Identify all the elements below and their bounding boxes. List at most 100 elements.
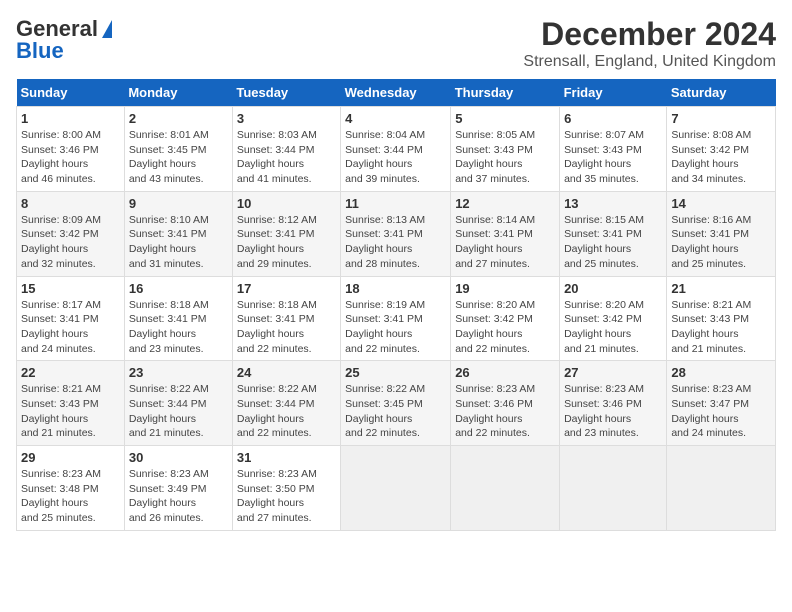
weekday-friday: Friday (560, 79, 667, 107)
day-info: Sunrise: 8:12 AMSunset: 3:41 PMDaylight … (237, 214, 317, 270)
day-info: Sunrise: 8:23 AMSunset: 3:49 PMDaylight … (129, 468, 209, 524)
calendar-cell: 12 Sunrise: 8:14 AMSunset: 3:41 PMDaylig… (451, 191, 560, 276)
day-info: Sunrise: 8:20 AMSunset: 3:42 PMDaylight … (564, 299, 644, 355)
day-info: Sunrise: 8:07 AMSunset: 3:43 PMDaylight … (564, 129, 644, 185)
day-number: 21 (671, 281, 771, 296)
calendar-cell: 7 Sunrise: 8:08 AMSunset: 3:42 PMDayligh… (667, 107, 776, 192)
day-info: Sunrise: 8:23 AMSunset: 3:48 PMDaylight … (21, 468, 101, 524)
day-number: 4 (345, 111, 446, 126)
page-subtitle: Strensall, England, United Kingdom (523, 53, 776, 71)
day-number: 26 (455, 365, 555, 380)
day-number: 23 (129, 365, 228, 380)
day-number: 18 (345, 281, 446, 296)
day-info: Sunrise: 8:03 AMSunset: 3:44 PMDaylight … (237, 129, 317, 185)
page-header: General Blue December 2024 Strensall, En… (16, 16, 776, 71)
day-info: Sunrise: 8:23 AMSunset: 3:47 PMDaylight … (671, 383, 751, 439)
calendar-cell: 22 Sunrise: 8:21 AMSunset: 3:43 PMDaylig… (17, 361, 125, 446)
day-info: Sunrise: 8:05 AMSunset: 3:43 PMDaylight … (455, 129, 535, 185)
day-info: Sunrise: 8:15 AMSunset: 3:41 PMDaylight … (564, 214, 644, 270)
day-number: 20 (564, 281, 662, 296)
day-info: Sunrise: 8:14 AMSunset: 3:41 PMDaylight … (455, 214, 535, 270)
day-number: 7 (671, 111, 771, 126)
day-info: Sunrise: 8:23 AMSunset: 3:46 PMDaylight … (455, 383, 535, 439)
calendar-cell: 5 Sunrise: 8:05 AMSunset: 3:43 PMDayligh… (451, 107, 560, 192)
calendar-cell (667, 446, 776, 531)
weekday-saturday: Saturday (667, 79, 776, 107)
day-info: Sunrise: 8:20 AMSunset: 3:42 PMDaylight … (455, 299, 535, 355)
calendar-cell: 8 Sunrise: 8:09 AMSunset: 3:42 PMDayligh… (17, 191, 125, 276)
calendar-table: SundayMondayTuesdayWednesdayThursdayFrid… (16, 79, 776, 531)
calendar-week-2: 8 Sunrise: 8:09 AMSunset: 3:42 PMDayligh… (17, 191, 776, 276)
calendar-cell: 10 Sunrise: 8:12 AMSunset: 3:41 PMDaylig… (232, 191, 340, 276)
day-number: 11 (345, 196, 446, 211)
day-info: Sunrise: 8:00 AMSunset: 3:46 PMDaylight … (21, 129, 101, 185)
weekday-sunday: Sunday (17, 79, 125, 107)
day-number: 6 (564, 111, 662, 126)
title-block: December 2024 Strensall, England, United… (523, 16, 776, 71)
calendar-cell: 11 Sunrise: 8:13 AMSunset: 3:41 PMDaylig… (341, 191, 451, 276)
day-info: Sunrise: 8:10 AMSunset: 3:41 PMDaylight … (129, 214, 209, 270)
weekday-tuesday: Tuesday (232, 79, 340, 107)
calendar-cell: 4 Sunrise: 8:04 AMSunset: 3:44 PMDayligh… (341, 107, 451, 192)
day-info: Sunrise: 8:23 AMSunset: 3:50 PMDaylight … (237, 468, 317, 524)
calendar-cell: 2 Sunrise: 8:01 AMSunset: 3:45 PMDayligh… (124, 107, 232, 192)
calendar-cell: 3 Sunrise: 8:03 AMSunset: 3:44 PMDayligh… (232, 107, 340, 192)
day-info: Sunrise: 8:08 AMSunset: 3:42 PMDaylight … (671, 129, 751, 185)
calendar-cell: 16 Sunrise: 8:18 AMSunset: 3:41 PMDaylig… (124, 276, 232, 361)
day-number: 31 (237, 450, 336, 465)
calendar-cell: 21 Sunrise: 8:21 AMSunset: 3:43 PMDaylig… (667, 276, 776, 361)
calendar-week-5: 29 Sunrise: 8:23 AMSunset: 3:48 PMDaylig… (17, 446, 776, 531)
day-info: Sunrise: 8:22 AMSunset: 3:45 PMDaylight … (345, 383, 425, 439)
day-number: 1 (21, 111, 120, 126)
day-info: Sunrise: 8:13 AMSunset: 3:41 PMDaylight … (345, 214, 425, 270)
calendar-cell (341, 446, 451, 531)
page-title: December 2024 (523, 16, 776, 53)
day-info: Sunrise: 8:01 AMSunset: 3:45 PMDaylight … (129, 129, 209, 185)
day-number: 13 (564, 196, 662, 211)
day-number: 15 (21, 281, 120, 296)
calendar-cell: 20 Sunrise: 8:20 AMSunset: 3:42 PMDaylig… (560, 276, 667, 361)
day-number: 22 (21, 365, 120, 380)
logo-blue-text: Blue (16, 38, 64, 64)
day-number: 14 (671, 196, 771, 211)
calendar-cell: 17 Sunrise: 8:18 AMSunset: 3:41 PMDaylig… (232, 276, 340, 361)
day-info: Sunrise: 8:19 AMSunset: 3:41 PMDaylight … (345, 299, 425, 355)
calendar-cell: 29 Sunrise: 8:23 AMSunset: 3:48 PMDaylig… (17, 446, 125, 531)
day-number: 30 (129, 450, 228, 465)
calendar-cell: 25 Sunrise: 8:22 AMSunset: 3:45 PMDaylig… (341, 361, 451, 446)
day-info: Sunrise: 8:16 AMSunset: 3:41 PMDaylight … (671, 214, 751, 270)
day-number: 10 (237, 196, 336, 211)
day-number: 25 (345, 365, 446, 380)
day-info: Sunrise: 8:22 AMSunset: 3:44 PMDaylight … (237, 383, 317, 439)
day-number: 29 (21, 450, 120, 465)
calendar-cell: 28 Sunrise: 8:23 AMSunset: 3:47 PMDaylig… (667, 361, 776, 446)
calendar-cell: 6 Sunrise: 8:07 AMSunset: 3:43 PMDayligh… (560, 107, 667, 192)
day-info: Sunrise: 8:18 AMSunset: 3:41 PMDaylight … (237, 299, 317, 355)
calendar-week-3: 15 Sunrise: 8:17 AMSunset: 3:41 PMDaylig… (17, 276, 776, 361)
calendar-cell: 19 Sunrise: 8:20 AMSunset: 3:42 PMDaylig… (451, 276, 560, 361)
calendar-body: 1 Sunrise: 8:00 AMSunset: 3:46 PMDayligh… (17, 107, 776, 531)
calendar-cell: 1 Sunrise: 8:00 AMSunset: 3:46 PMDayligh… (17, 107, 125, 192)
weekday-wednesday: Wednesday (341, 79, 451, 107)
logo: General Blue (16, 16, 112, 64)
logo-arrow-icon (102, 20, 112, 38)
day-number: 2 (129, 111, 228, 126)
calendar-week-1: 1 Sunrise: 8:00 AMSunset: 3:46 PMDayligh… (17, 107, 776, 192)
day-number: 16 (129, 281, 228, 296)
day-number: 19 (455, 281, 555, 296)
day-number: 9 (129, 196, 228, 211)
weekday-monday: Monday (124, 79, 232, 107)
day-info: Sunrise: 8:17 AMSunset: 3:41 PMDaylight … (21, 299, 101, 355)
day-number: 5 (455, 111, 555, 126)
day-number: 8 (21, 196, 120, 211)
calendar-cell: 27 Sunrise: 8:23 AMSunset: 3:46 PMDaylig… (560, 361, 667, 446)
calendar-cell: 26 Sunrise: 8:23 AMSunset: 3:46 PMDaylig… (451, 361, 560, 446)
calendar-cell: 14 Sunrise: 8:16 AMSunset: 3:41 PMDaylig… (667, 191, 776, 276)
calendar-cell: 24 Sunrise: 8:22 AMSunset: 3:44 PMDaylig… (232, 361, 340, 446)
day-info: Sunrise: 8:09 AMSunset: 3:42 PMDaylight … (21, 214, 101, 270)
day-number: 27 (564, 365, 662, 380)
calendar-cell (451, 446, 560, 531)
calendar-cell: 9 Sunrise: 8:10 AMSunset: 3:41 PMDayligh… (124, 191, 232, 276)
calendar-week-4: 22 Sunrise: 8:21 AMSunset: 3:43 PMDaylig… (17, 361, 776, 446)
day-info: Sunrise: 8:22 AMSunset: 3:44 PMDaylight … (129, 383, 209, 439)
